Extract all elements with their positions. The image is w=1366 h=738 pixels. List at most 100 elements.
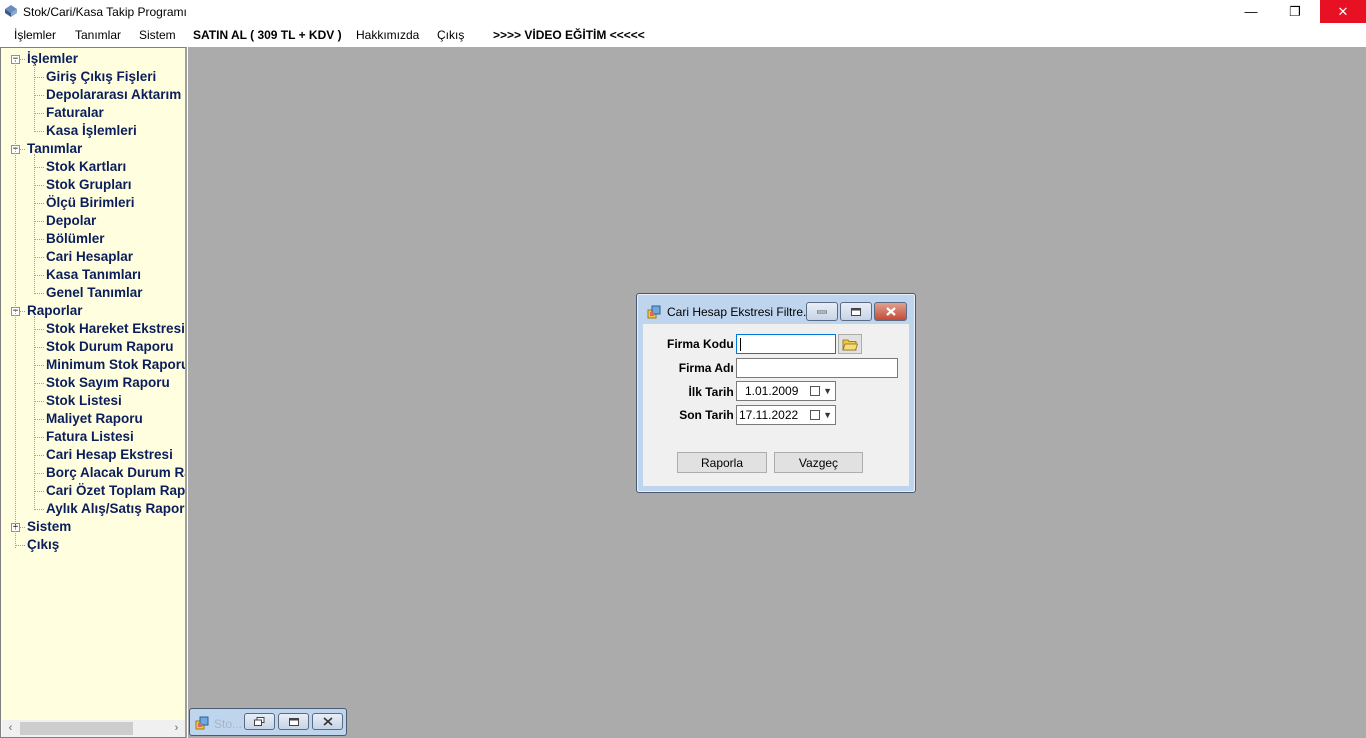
minimize-icon: [817, 310, 827, 313]
tree-connector: [15, 60, 16, 548]
tree-item[interactable]: Stok Listesi: [46, 392, 122, 410]
tree-connector: [34, 437, 44, 438]
child-maximize-button[interactable]: [278, 713, 309, 730]
tree-connector: [34, 455, 44, 456]
tree-connector: [34, 491, 44, 492]
menu-cikis[interactable]: Çıkış: [437, 28, 464, 42]
maximize-icon: [288, 717, 299, 726]
son-tarih-datepicker[interactable]: 17.11.2022 ▼: [736, 405, 836, 425]
menu-tanimlar[interactable]: Tanımlar: [75, 28, 121, 42]
close-icon: [322, 717, 333, 726]
maximize-icon: [851, 307, 861, 316]
menu-islemler[interactable]: İşlemler: [14, 28, 56, 42]
cari-hesap-ekstresi-dialog: Cari Hesap Ekstresi Filtre... Firma Kodu…: [636, 293, 916, 493]
tree-connector: [34, 64, 35, 132]
window-title: Stok/Cari/Kasa Takip Programı: [23, 5, 187, 19]
tree-item[interactable]: Aylık Alış/Satış Raporu: [46, 500, 185, 518]
tree-item[interactable]: Cari Özet Toplam Raporu: [46, 482, 185, 500]
restore-button[interactable]: ❐: [1272, 0, 1318, 23]
close-button[interactable]: ✕: [1320, 0, 1366, 23]
firma-adi-label: Firma Adı :: [678, 361, 741, 375]
tree-item[interactable]: Genel Tanımlar: [46, 284, 143, 302]
menu-hakkimizda[interactable]: Hakkımızda: [356, 28, 419, 42]
dropdown-arrow-icon[interactable]: ▼: [823, 382, 832, 400]
menu-bar: İşlemler Tanımlar Sistem SATIN AL ( 309 …: [0, 24, 1366, 46]
tree-item[interactable]: Stok Hareket Ekstresi: [46, 320, 185, 338]
tree-item[interactable]: Minimum Stok Raporu: [46, 356, 185, 374]
firma-kodu-label: Firma Kodu :: [667, 337, 741, 351]
dialog-maximize-button[interactable]: [840, 302, 872, 321]
tree-item[interactable]: Faturalar: [46, 104, 104, 122]
tree-item[interactable]: Fatura Listesi: [46, 428, 134, 446]
tree-connector: [34, 509, 44, 510]
tree-connector: [34, 113, 44, 114]
minimized-child-window[interactable]: Sto...: [189, 708, 347, 736]
tree-item[interactable]: Depolararası Aktarım: [46, 86, 181, 104]
folder-icon: [842, 339, 858, 350]
firma-select-button[interactable]: [838, 334, 862, 354]
tree-item[interactable]: Giriş Çıkış Fişleri: [46, 68, 156, 86]
firma-adi-input[interactable]: [736, 358, 898, 378]
tree-item[interactable]: Kasa Tanımları: [46, 266, 141, 284]
tree-group-2[interactable]: Raporlar: [27, 302, 83, 320]
tree-item[interactable]: Ölçü Birimleri: [46, 194, 135, 212]
ilk-tarih-value: 1.01.2009: [745, 384, 799, 398]
tree-group-4[interactable]: Çıkış: [27, 536, 59, 554]
tree-item[interactable]: Stok Grupları: [46, 176, 132, 194]
menu-sistem[interactable]: Sistem: [139, 28, 176, 42]
tree-item[interactable]: Kasa İşlemleri: [46, 122, 137, 140]
tree-connector: [34, 221, 44, 222]
tree-connector: [34, 239, 44, 240]
tree-connector: [34, 185, 44, 186]
dialog-close-button[interactable]: [874, 302, 907, 321]
minimize-icon: —: [1244, 4, 1258, 19]
dropdown-arrow-icon[interactable]: ▼: [823, 406, 832, 424]
menu-video-egitim[interactable]: >>>> VİDEO EĞİTİM <<<<<: [493, 28, 645, 42]
app-icon: [5, 5, 17, 17]
tree-item[interactable]: Borç Alacak Durum Raporu: [46, 464, 185, 482]
text-caret: [740, 338, 741, 352]
dialog-minimize-button[interactable]: [806, 302, 838, 321]
tree-connector: [34, 167, 44, 168]
scroll-left-icon[interactable]: ‹: [2, 720, 19, 737]
child-close-button[interactable]: [312, 713, 343, 730]
tree-item[interactable]: Bölümler: [46, 230, 105, 248]
tree-item[interactable]: Depolar: [46, 212, 96, 230]
tree-item[interactable]: Maliyet Raporu: [46, 410, 143, 428]
minimize-button[interactable]: —: [1228, 0, 1274, 23]
tree-connector: [34, 316, 35, 510]
tree-item[interactable]: Stok Kartları: [46, 158, 126, 176]
tree-connector: [34, 154, 35, 294]
child-restore-button[interactable]: [244, 713, 275, 730]
scroll-right-icon[interactable]: ›: [168, 720, 185, 737]
tree-connector: [34, 347, 44, 348]
dialog-title: Cari Hesap Ekstresi Filtre...: [667, 305, 807, 319]
calendar-icon: [810, 386, 820, 396]
tree-connector: [34, 77, 44, 78]
navigation-tree: − İşlemler Giriş Çıkış Fişleri Depolararası…: [0, 47, 187, 738]
tree-connector: [34, 131, 44, 132]
firma-kodu-input[interactable]: [736, 334, 836, 354]
tree-connector: [34, 365, 44, 366]
tree-connector: [34, 401, 44, 402]
tree-connector: [34, 257, 44, 258]
tree-item[interactable]: Cari Hesap Ekstresi: [46, 446, 173, 464]
restore-icon: [254, 717, 265, 726]
tree-item[interactable]: Stok Durum Raporu: [46, 338, 174, 356]
tree-group-3[interactable]: Sistem: [27, 518, 71, 536]
restore-icon: ❐: [1289, 3, 1301, 19]
raporla-button[interactable]: Raporla: [677, 452, 767, 473]
tree-item[interactable]: Stok Sayım Raporu: [46, 374, 170, 392]
tree-connector: [34, 275, 44, 276]
close-icon: [885, 307, 896, 316]
ilk-tarih-datepicker[interactable]: 1.01.2009 ▼: [736, 381, 836, 401]
tree-group-1[interactable]: Tanımlar: [27, 140, 82, 158]
tree-item[interactable]: Cari Hesaplar: [46, 248, 133, 266]
tree-connector: [34, 293, 44, 294]
vazgec-button[interactable]: Vazgeç: [774, 452, 863, 473]
form-icon: [195, 716, 209, 730]
tree-connector: [34, 383, 44, 384]
scrollbar-thumb[interactable]: [20, 722, 133, 735]
horizontal-scrollbar[interactable]: ‹ ›: [2, 720, 185, 737]
menu-satin-al[interactable]: SATIN AL ( 309 TL + KDV ): [193, 28, 342, 42]
